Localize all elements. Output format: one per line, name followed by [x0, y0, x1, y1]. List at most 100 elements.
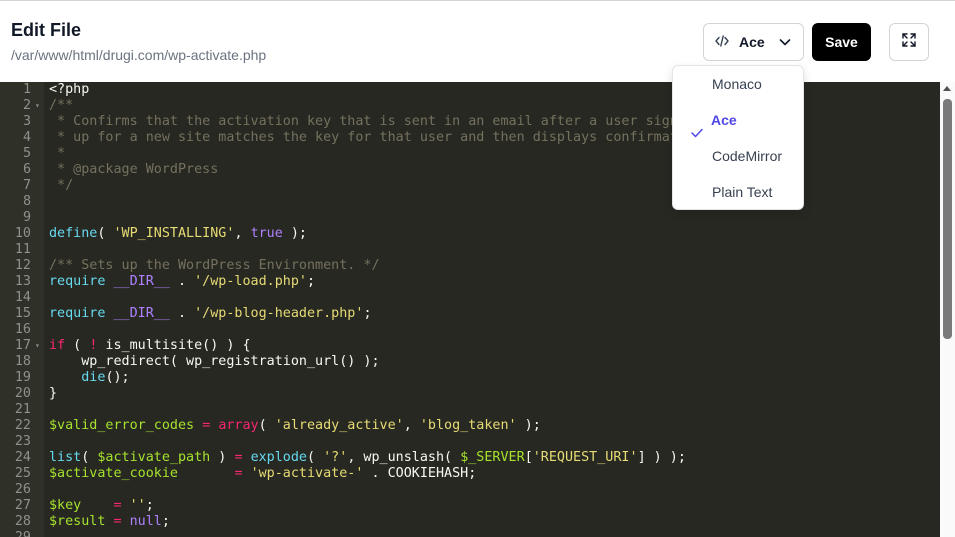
code-text: $key = ''; — [49, 498, 154, 514]
editor-dropdown-menu: Monaco Ace CodeMirror Plain Text — [672, 65, 804, 210]
dropdown-option-codemirror[interactable]: CodeMirror — [673, 138, 803, 174]
code-token: /** — [49, 98, 74, 113]
code-token: = — [234, 450, 243, 465]
code-line[interactable]: 28 $result = null; — [0, 514, 940, 530]
code-line[interactable]: 26 — [0, 482, 940, 498]
line-number: 25 — [14, 466, 31, 481]
expand-icon — [902, 32, 916, 52]
code-line[interactable]: 18 wp_redirect( wp_registration_url() ); — [0, 354, 940, 370]
line-number: 28 — [14, 514, 31, 529]
code-line[interactable]: 24 list( $activate_path ) = explode( '?',… — [0, 450, 940, 466]
line-number: 10 — [14, 226, 31, 241]
code-token: * — [49, 146, 66, 161]
code-line[interactable]: 17 ▾ if ( ! is_multisite() ) { — [0, 338, 940, 354]
line-number: 26 — [14, 482, 31, 497]
code-token: ) — [210, 450, 235, 465]
code-text: if ( ! is_multisite() ) { — [49, 338, 251, 354]
code-line[interactable]: 15 require __DIR__ . '/wp-blog-header.php… — [0, 306, 940, 322]
code-token: [ — [524, 450, 533, 465]
code-text: require __DIR__ . '/wp-load.php'; — [49, 274, 315, 290]
line-number: 29 — [0, 530, 31, 537]
code-text: * up for a new site matches the key for … — [49, 130, 710, 146]
code-editor[interactable]: 1 <?php 2 ▾ /** 3 * Confirms that the activat… — [0, 82, 955, 537]
code-token: ; — [307, 274, 316, 289]
code-token: ); — [282, 226, 307, 241]
line-number: 14 — [14, 290, 31, 305]
code-line[interactable]: 27 $key = ''; — [0, 498, 940, 514]
code-line[interactable]: 11 — [0, 242, 940, 258]
code-text: */ — [49, 178, 73, 194]
code-line[interactable]: 20} — [0, 386, 940, 402]
code-token: } — [49, 386, 58, 401]
code-token: __DIR__ — [113, 306, 170, 321]
code-token: = — [113, 514, 122, 529]
line-number: 15 — [14, 306, 31, 321]
line-number: 9 — [22, 210, 31, 225]
code-token: '' — [129, 498, 146, 513]
code-token: list — [49, 450, 82, 465]
code-line[interactable]: 14 — [0, 290, 940, 306]
editor-select-label: Ace — [739, 34, 765, 50]
code-token: if — [49, 338, 66, 353]
code-line[interactable]: 25 $activate_cookie = 'wp-activate-' . CO… — [0, 466, 940, 482]
code-token: ; — [161, 514, 170, 529]
vertical-scrollbar[interactable] — [940, 82, 955, 537]
editor-header: Edit File /var/www/html/drugi.com/wp-act… — [0, 0, 955, 82]
code-line[interactable]: 22 $valid_error_codes = array( 'already_a… — [0, 418, 940, 434]
code-token: ); — [516, 418, 541, 433]
code-text: $result = null; — [49, 514, 170, 530]
code-token: die — [81, 370, 106, 385]
dropdown-option-monaco[interactable]: Monaco — [673, 66, 803, 102]
line-number: 5 — [22, 146, 31, 161]
code-line[interactable]: 16 — [0, 322, 940, 338]
line-number: 7 — [22, 178, 31, 193]
code-token: /** Sets up the WordPress Environment. *… — [49, 258, 380, 273]
code-token: $activate_path — [97, 450, 211, 465]
line-number: 27 — [14, 498, 31, 513]
scrollbar-thumb[interactable] — [943, 99, 952, 339]
file-path: /var/www/html/drugi.com/wp-activate.php — [11, 47, 267, 63]
code-token: (); — [105, 370, 130, 385]
line-number: 23 — [14, 434, 31, 449]
line-number: 20 — [14, 386, 31, 401]
code-token: __DIR__ — [113, 274, 170, 289]
code-token: */ — [49, 178, 74, 193]
code-token: require — [49, 274, 106, 289]
line-number: 11 — [14, 242, 31, 257]
fullscreen-button[interactable] — [889, 23, 929, 61]
code-token: '/wp-blog-header.php' — [194, 306, 364, 321]
code-line[interactable]: 10 define( 'WP_INSTALLING', true ); — [0, 226, 940, 242]
code-line[interactable]: 23 — [0, 434, 940, 450]
code-line[interactable]: 19 die(); — [0, 370, 940, 386]
line-number: 18 — [14, 354, 31, 369]
code-token: 'blog_taken' — [419, 418, 517, 433]
save-button[interactable]: Save — [812, 23, 871, 61]
code-token: '/wp-load.php' — [194, 274, 307, 289]
code-text: list( $activate_path ) = explode( '?', w… — [49, 450, 686, 466]
code-line[interactable]: 21 — [0, 402, 940, 418]
code-token: $activate_cookie — [49, 466, 178, 481]
code-token: * up for a new site matches the key for … — [49, 130, 711, 145]
code-text: $valid_error_codes = array( 'already_act… — [49, 418, 541, 434]
dropdown-option-plain-text[interactable]: Plain Text — [673, 174, 803, 210]
code-token: ( — [258, 418, 275, 433]
fold-toggle-icon[interactable]: ▾ — [35, 98, 40, 114]
dropdown-option-ace[interactable]: Ace — [673, 102, 803, 138]
scroll-up-arrow[interactable] — [943, 86, 951, 91]
chevron-down-icon — [778, 33, 792, 54]
code-line[interactable]: 9 — [0, 210, 940, 226]
code-token: = — [113, 498, 122, 513]
editor-select-button[interactable]: Ace — [703, 23, 804, 61]
code-token: . COOKIEHASH; — [363, 466, 477, 481]
fold-toggle-icon[interactable]: ▾ — [35, 338, 40, 354]
code-line[interactable]: 12 /** Sets up the WordPress Environment.… — [0, 258, 940, 274]
code-line[interactable]: 29 — [0, 530, 940, 537]
code-token: $key — [49, 498, 82, 513]
code-text: wp_redirect( wp_registration_url() ); — [49, 354, 379, 370]
code-line[interactable]: 13 require __DIR__ . '/wp-load.php'; — [0, 274, 940, 290]
code-icon — [715, 34, 729, 51]
